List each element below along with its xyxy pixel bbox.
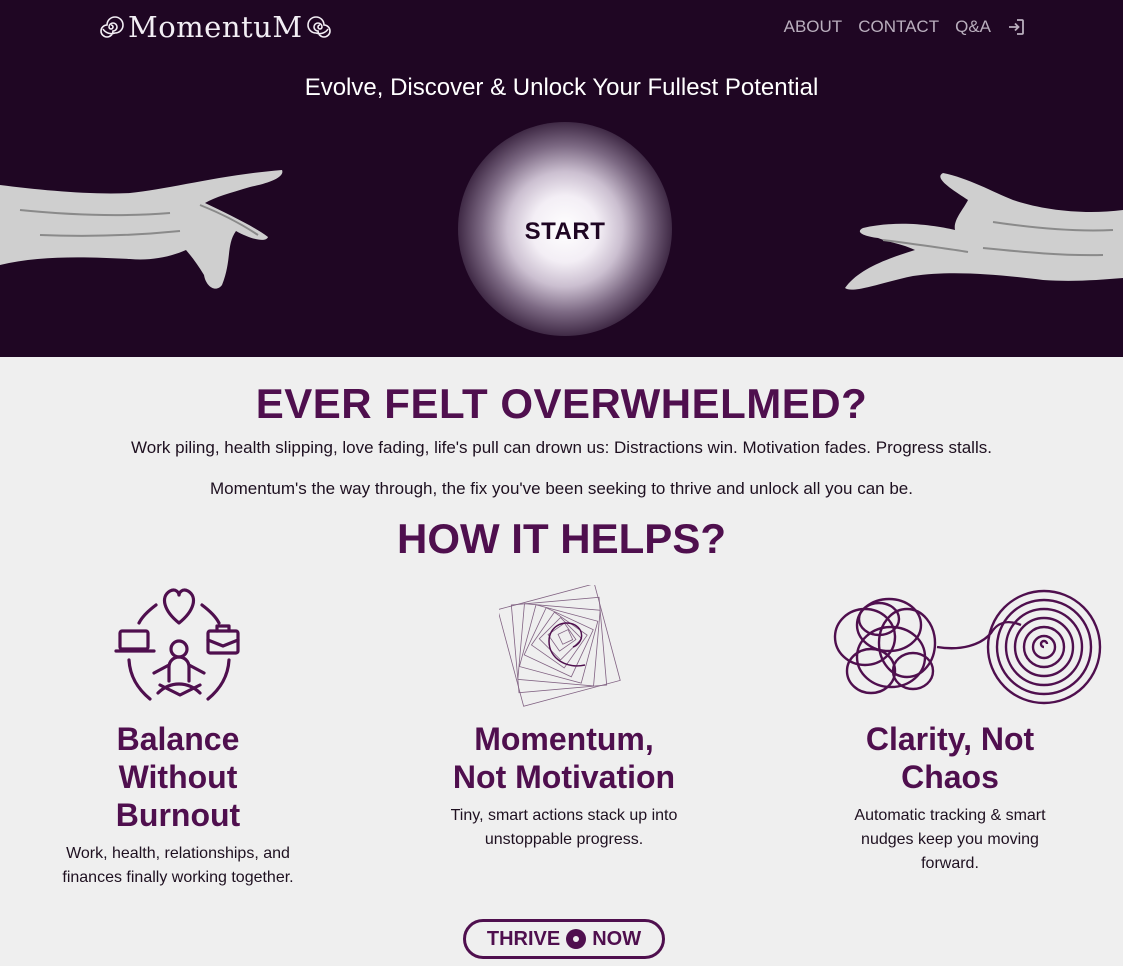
feature-momentum-desc: Tiny, smart actions stack up into unstop… (450, 807, 678, 848)
start-button[interactable]: START (483, 212, 647, 252)
feature-balance-desc: Work, health, relationships, and finance… (62, 845, 294, 886)
overwhelmed-text-1: Work piling, health slipping, love fadin… (131, 438, 992, 457)
overwhelmed-heading: EVER FELT OVERWHELMED? (255, 380, 868, 427)
top-nav: MomentuM ABOUT CONTACT Q&A (0, 0, 1123, 56)
left-hand-image (0, 170, 283, 289)
logo-text: MomentuM (128, 10, 303, 44)
main-menu: ABOUT CONTACT Q&A (784, 17, 1025, 37)
nav-contact-link[interactable]: CONTACT (858, 17, 939, 37)
meditation-balance-icon (114, 588, 240, 701)
right-hand-image (845, 173, 1123, 290)
feature-momentum-title: Momentum, Not Motivation (452, 721, 676, 795)
feature-balance: Balance Without Burnout Work, health, re… (28, 720, 328, 890)
cta-label-left: THRIVE (486, 927, 561, 950)
thrive-now-button[interactable]: THRIVE NOW (463, 919, 665, 959)
spiral-logo-icon (306, 16, 331, 38)
hero-tagline: Evolve, Discover & Unlock Your Fullest P… (304, 74, 819, 101)
feature-clarity-desc: Automatic tracking & smart nudges keep y… (854, 807, 1046, 872)
feature-momentum: Momentum, Not Motivation Tiny, smart act… (414, 720, 714, 852)
logo[interactable]: MomentuM (96, 10, 335, 44)
tangle-to-spiral-icon (833, 589, 1102, 705)
feature-clarity-title: Clarity, Not Chaos (865, 721, 1035, 795)
spiral-squares-icon (499, 585, 621, 707)
overwhelmed-text-2: Momentum's the way through, the fix you'… (210, 479, 913, 498)
cta-label-right: NOW (592, 927, 642, 950)
nav-about-link[interactable]: ABOUT (784, 17, 843, 37)
nav-qa-link[interactable]: Q&A (955, 17, 991, 37)
login-icon[interactable] (1007, 18, 1025, 36)
feature-clarity: Clarity, Not Chaos Automatic tracking & … (800, 720, 1100, 876)
spiral-logo-icon (100, 16, 124, 38)
feature-balance-title: Balance Without Burnout (115, 721, 241, 833)
how-it-helps-heading: HOW IT HELPS? (397, 515, 726, 562)
target-dot-icon (566, 929, 587, 949)
hero-section: MomentuM ABOUT CONTACT Q&A Evolve, Disco… (0, 0, 1123, 357)
